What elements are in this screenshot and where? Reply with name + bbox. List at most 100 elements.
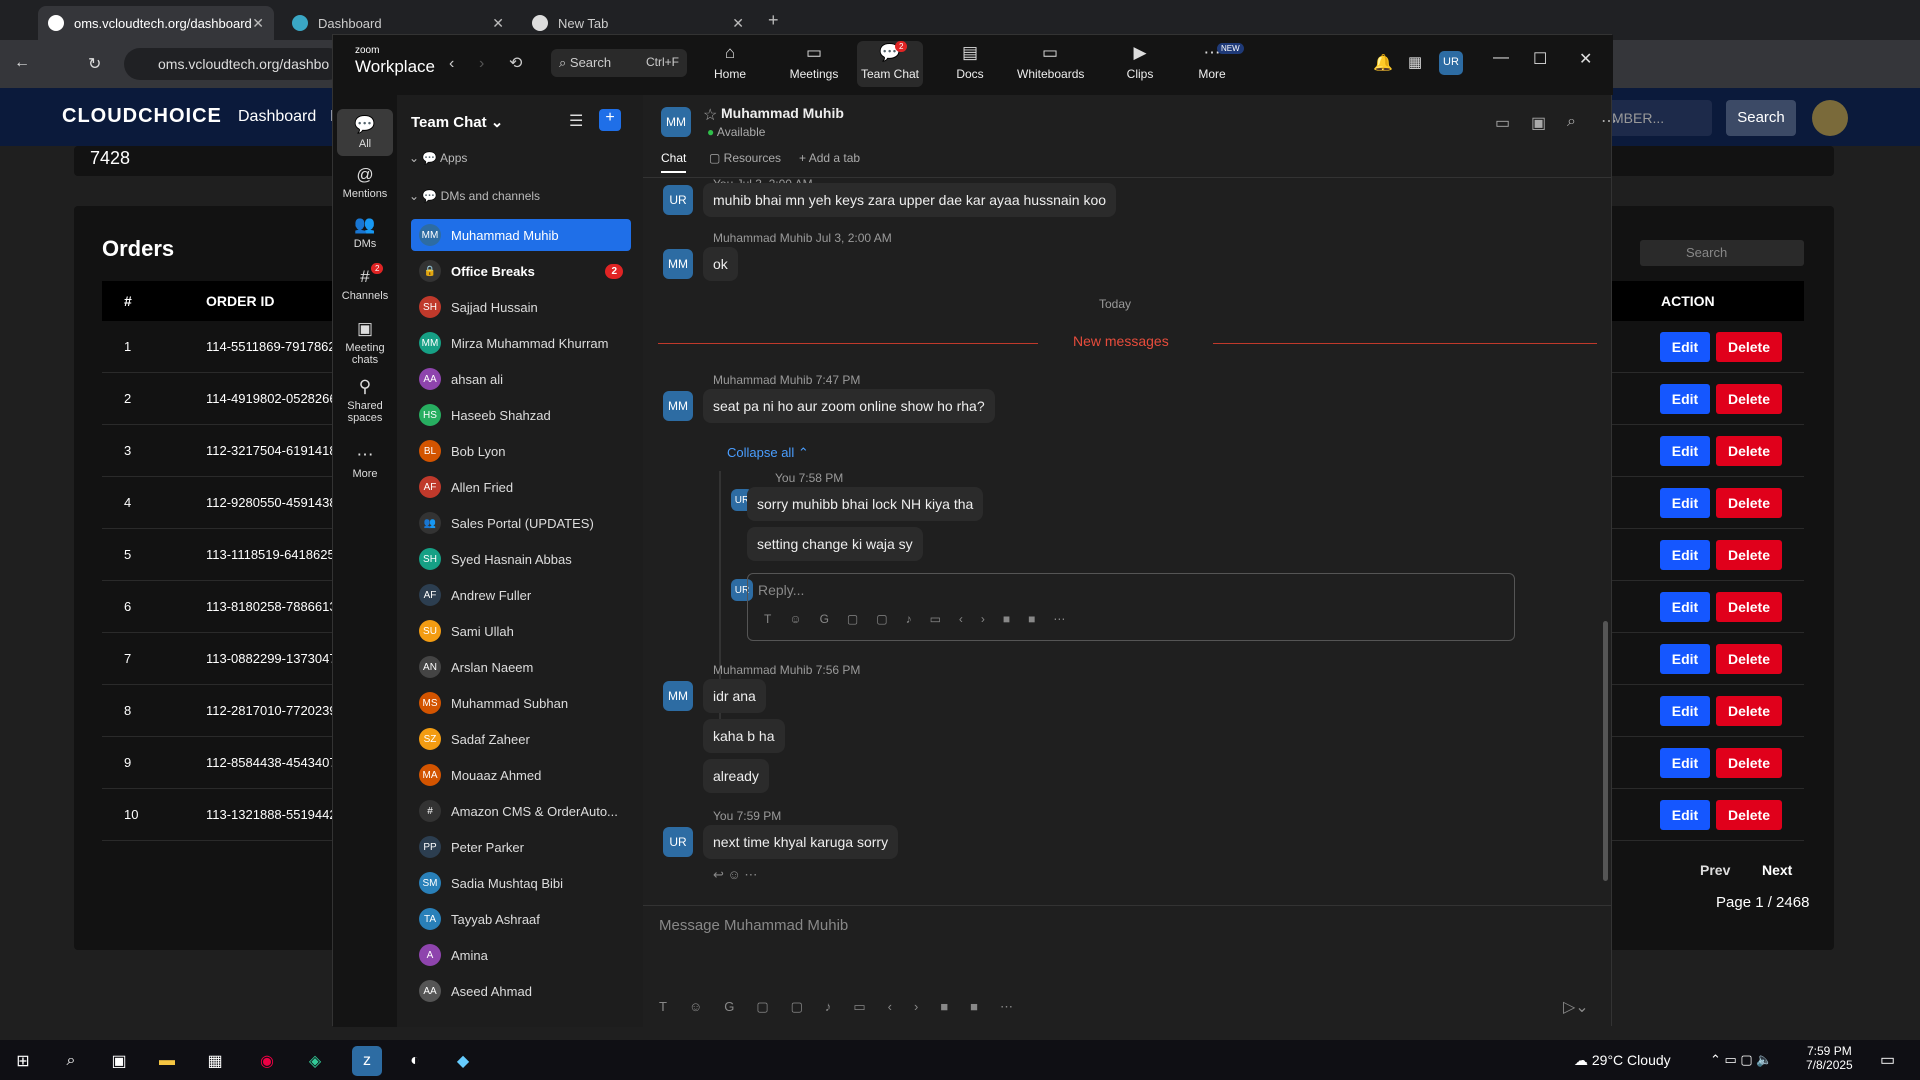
- edit-button[interactable]: Edit: [1660, 540, 1710, 570]
- more-icon[interactable]: ⋯: [1601, 111, 1617, 131]
- history-icon[interactable]: ⟲: [509, 53, 522, 73]
- file-explorer-icon[interactable]: ▬: [152, 1046, 182, 1076]
- chat-list-item[interactable]: MS Muhammad Subhan: [411, 687, 631, 719]
- chat-list-item[interactable]: MM Muhammad Muhib: [411, 219, 631, 251]
- edit-button[interactable]: Edit: [1660, 800, 1710, 830]
- edit-button[interactable]: Edit: [1660, 644, 1710, 674]
- message-bubble[interactable]: already: [703, 759, 769, 793]
- filter-icon[interactable]: ☰: [569, 111, 583, 131]
- back-icon[interactable]: ‹: [449, 55, 454, 73]
- app-icon[interactable]: ◐: [400, 1046, 430, 1076]
- zoom-icon[interactable]: z: [352, 1046, 382, 1076]
- maximize-icon[interactable]: ☐: [1533, 49, 1547, 69]
- collapse-all-link[interactable]: Collapse all ⌃: [727, 445, 809, 461]
- windows-start-icon[interactable]: ⊞: [8, 1046, 38, 1076]
- new-tab-icon[interactable]: +: [768, 10, 779, 31]
- chat-list-item[interactable]: A Amina: [411, 939, 631, 971]
- message-input[interactable]: Message Muhammad Muhib: [659, 917, 848, 934]
- notification-icon[interactable]: ▭: [1880, 1050, 1895, 1070]
- rail-dms[interactable]: 👥 DMs: [337, 209, 393, 256]
- nav-team-chat[interactable]: 💬 Team Chat 2: [857, 41, 923, 87]
- chat-list-item[interactable]: SH Syed Hasnain Abbas: [411, 543, 631, 575]
- clock[interactable]: 7:59 PM 7/8/2025: [1806, 1044, 1853, 1072]
- send-icon[interactable]: ▷⌄: [1563, 997, 1589, 1017]
- star-icon[interactable]: ☆: [703, 105, 717, 125]
- chat-list-item[interactable]: SZ Sadaf Zaheer: [411, 723, 631, 755]
- message-bubble[interactable]: idr ana: [703, 679, 766, 713]
- zoom-search[interactable]: ⌕ Search Ctrl+F: [551, 49, 687, 77]
- search-icon[interactable]: ⌕: [1567, 113, 1576, 131]
- chat-title[interactable]: Muhammad Muhib: [721, 105, 844, 121]
- edit-button[interactable]: Edit: [1660, 696, 1710, 726]
- table-search-input[interactable]: Search: [1672, 240, 1804, 266]
- share-screen-icon[interactable]: ▣: [1531, 113, 1546, 133]
- weather[interactable]: ☁ 29°C Cloudy: [1574, 1052, 1671, 1069]
- message-actions[interactable]: ↩ ☺ ⋯: [713, 867, 757, 883]
- chat-list-item[interactable]: HS Haseeb Shahzad: [411, 399, 631, 431]
- message-bubble[interactable]: ok: [703, 247, 738, 281]
- new-chat-button[interactable]: +: [599, 109, 621, 131]
- tray-icons[interactable]: ⌃ ▭ ▢ 🔈: [1710, 1052, 1772, 1068]
- chat-list-item[interactable]: # Amazon CMS & OrderAuto...: [411, 795, 631, 827]
- next-button[interactable]: Next: [1762, 862, 1792, 878]
- app-icon[interactable]: ◆: [448, 1046, 478, 1076]
- nav-docs[interactable]: ▤ Docs: [937, 43, 1003, 81]
- chat-list-item[interactable]: AN Arslan Naeem: [411, 651, 631, 683]
- apps-section[interactable]: ⌄ 💬 Apps: [409, 151, 467, 165]
- edit-button[interactable]: Edit: [1660, 748, 1710, 778]
- delete-button[interactable]: Delete: [1716, 748, 1782, 778]
- delete-button[interactable]: Delete: [1716, 800, 1782, 830]
- delete-button[interactable]: Delete: [1716, 488, 1782, 518]
- delete-button[interactable]: Delete: [1716, 436, 1782, 466]
- nav-dashboard-link[interactable]: Dashboard: [238, 108, 316, 126]
- chat-list-item[interactable]: AF Allen Fried: [411, 471, 631, 503]
- edit-button[interactable]: Edit: [1660, 384, 1710, 414]
- chat-list-item[interactable]: SM Sadia Mushtaq Bibi: [411, 867, 631, 899]
- calendar-icon[interactable]: ▦: [1408, 53, 1422, 71]
- nav-meetings[interactable]: ▭ Meetings: [781, 43, 847, 81]
- reply-toolbar[interactable]: T☺G▢▢♪▭‹›■■⋯: [764, 612, 1083, 626]
- dms-section[interactable]: ⌄ 💬 DMs and channels: [409, 189, 540, 203]
- chat-list-item[interactable]: AF Andrew Fuller: [411, 579, 631, 611]
- chat-list-item[interactable]: PP Peter Parker: [411, 831, 631, 863]
- chat-list-item[interactable]: 👥 Sales Portal (UPDATES): [411, 507, 631, 539]
- edit-button[interactable]: Edit: [1660, 436, 1710, 466]
- close-icon[interactable]: ✕: [1579, 49, 1592, 69]
- edit-button[interactable]: Edit: [1660, 488, 1710, 518]
- delete-button[interactable]: Delete: [1716, 644, 1782, 674]
- chat-list-item[interactable]: SU Sami Ullah: [411, 615, 631, 647]
- rail-all[interactable]: 💬 All: [337, 109, 393, 156]
- tab-add[interactable]: + Add a tab: [799, 151, 860, 165]
- nav-clips[interactable]: ▶ Clips: [1107, 43, 1173, 81]
- delete-button[interactable]: Delete: [1716, 384, 1782, 414]
- close-icon[interactable]: ✕: [252, 15, 264, 32]
- chrome-icon[interactable]: ◉: [252, 1046, 282, 1076]
- address-bar[interactable]: oms.vcloudtech.org/dashbo: [124, 48, 344, 80]
- site-search-button[interactable]: Search: [1726, 100, 1796, 136]
- scrollbar[interactable]: [1603, 621, 1608, 881]
- rail-channels[interactable]: # Channels 2: [337, 261, 393, 308]
- avatar[interactable]: UR: [1439, 51, 1463, 75]
- search-icon[interactable]: ⌕: [56, 1046, 86, 1076]
- minimize-icon[interactable]: —: [1493, 49, 1509, 67]
- close-icon[interactable]: ✕: [492, 15, 504, 32]
- edit-button[interactable]: Edit: [1660, 592, 1710, 622]
- prev-button[interactable]: Prev: [1700, 862, 1730, 878]
- back-icon[interactable]: ←: [14, 54, 30, 72]
- reply-box[interactable]: Reply... T☺G▢▢♪▭‹›■■⋯: [747, 573, 1515, 641]
- forward-icon[interactable]: ›: [479, 55, 484, 73]
- rail-more[interactable]: ⋯ More: [337, 439, 393, 486]
- message-bubble[interactable]: kaha b ha: [703, 719, 785, 753]
- message-bubble[interactable]: muhib bhai mn yeh keys zara upper dae ka…: [703, 183, 1117, 217]
- avatar[interactable]: [1812, 100, 1848, 136]
- delete-button[interactable]: Delete: [1716, 332, 1782, 362]
- chat-list-item[interactable]: AA Aseed Ahmad: [411, 975, 631, 1007]
- tab-resources[interactable]: ▢ Resources: [709, 151, 781, 165]
- chat-list-item[interactable]: MA Mouaaz Ahmed: [411, 759, 631, 791]
- chat-list-item[interactable]: BL Bob Lyon: [411, 435, 631, 467]
- delete-button[interactable]: Delete: [1716, 592, 1782, 622]
- rail-mentions[interactable]: @ Mentions: [337, 159, 393, 206]
- chat-list-item[interactable]: 🔒 Office Breaks 2: [411, 255, 631, 287]
- edit-button[interactable]: Edit: [1660, 332, 1710, 362]
- nav-home[interactable]: ⌂ Home: [697, 43, 763, 81]
